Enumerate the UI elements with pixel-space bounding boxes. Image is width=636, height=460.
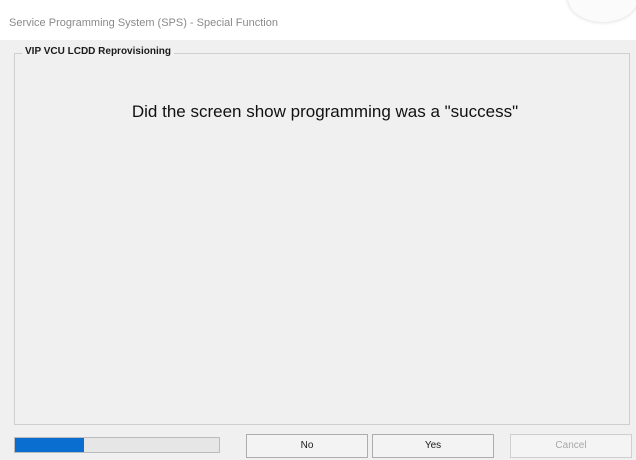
yes-button[interactable]: Yes (372, 434, 494, 458)
no-button[interactable]: No (246, 434, 368, 458)
progress-bar-fill (15, 438, 85, 452)
dialog-window: Service Programming System (SPS) - Speci… (0, 0, 636, 460)
cancel-button[interactable]: Cancel (510, 434, 632, 458)
title-bar: Service Programming System (SPS) - Speci… (0, 0, 636, 40)
progress-bar (14, 437, 220, 453)
prompt-question: Did the screen show programming was a "s… (131, 102, 519, 121)
corner-decoration (568, 0, 636, 22)
groupbox-legend: VIP VCU LCDD Reprovisioning (22, 46, 174, 57)
window-title: Service Programming System (SPS) - Speci… (9, 17, 278, 29)
